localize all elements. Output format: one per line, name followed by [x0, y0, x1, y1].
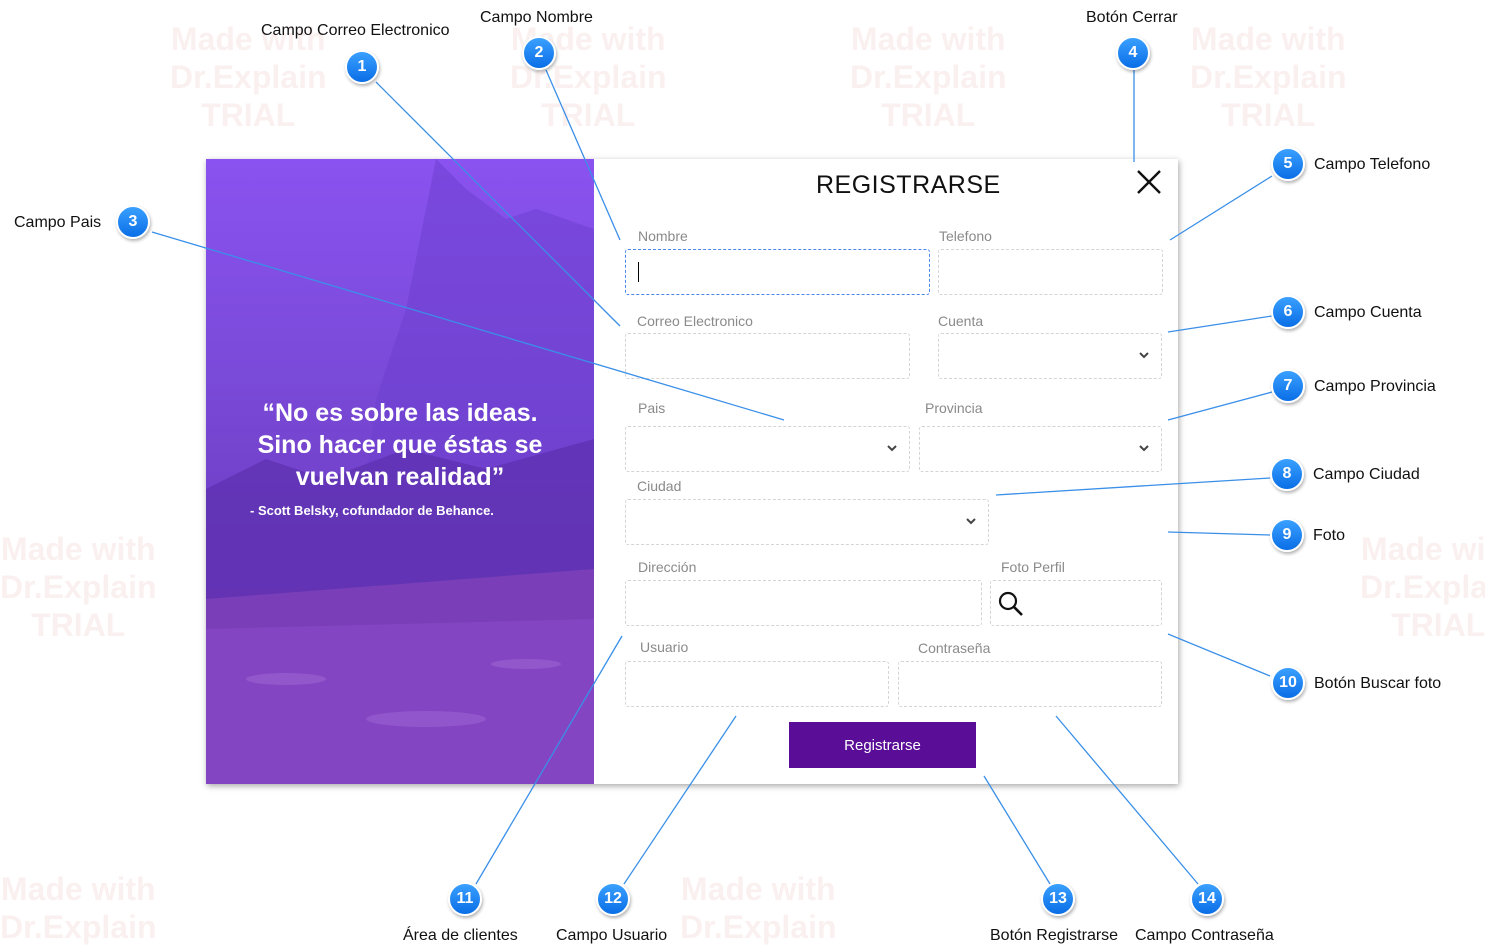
callout-badge-6: 6	[1271, 295, 1305, 329]
callout-badge-2: 2	[522, 36, 556, 70]
callout-badge-5: 5	[1271, 147, 1305, 181]
callout-label-7: Campo Provincia	[1314, 378, 1436, 395]
callout-badge-3: 3	[116, 205, 150, 239]
callout-label-14: Campo Contraseña	[1135, 927, 1274, 944]
callout-label-4: Botón Cerrar	[1086, 9, 1178, 26]
callout-label-8: Campo Ciudad	[1313, 466, 1420, 483]
callout-label-2: Campo Nombre	[480, 9, 593, 26]
callout-badge-1: 1	[345, 50, 379, 84]
callout-lines	[151, 69, 1273, 885]
callout-badge-13: 13	[1041, 882, 1075, 916]
callout-badge-9: 9	[1270, 518, 1304, 552]
callout-label-11: Área de clientes	[403, 927, 518, 944]
callout-label-5: Campo Telefono	[1314, 156, 1431, 173]
callout-label-6: Campo Cuenta	[1314, 304, 1422, 321]
callout-label-13: Botón Registrarse	[990, 927, 1119, 944]
callout-badge-14: 14	[1190, 882, 1224, 916]
callout-label-1: Campo Correo Electronico	[261, 22, 450, 39]
callout-badge-8: 8	[1270, 457, 1304, 491]
callout-label-9: Foto	[1313, 527, 1346, 544]
callout-badge-7: 7	[1271, 369, 1305, 403]
callout-badge-12: 12	[596, 882, 630, 916]
callout-badge-4: 4	[1116, 36, 1150, 70]
callout-label-3: Campo Pais	[14, 214, 102, 231]
callout-label-12: Campo Usuario	[556, 927, 668, 944]
callout-label-10: Botón Buscar foto	[1314, 675, 1442, 692]
callout-badge-11: 11	[448, 882, 482, 916]
callout-badge-10: 10	[1271, 666, 1305, 700]
